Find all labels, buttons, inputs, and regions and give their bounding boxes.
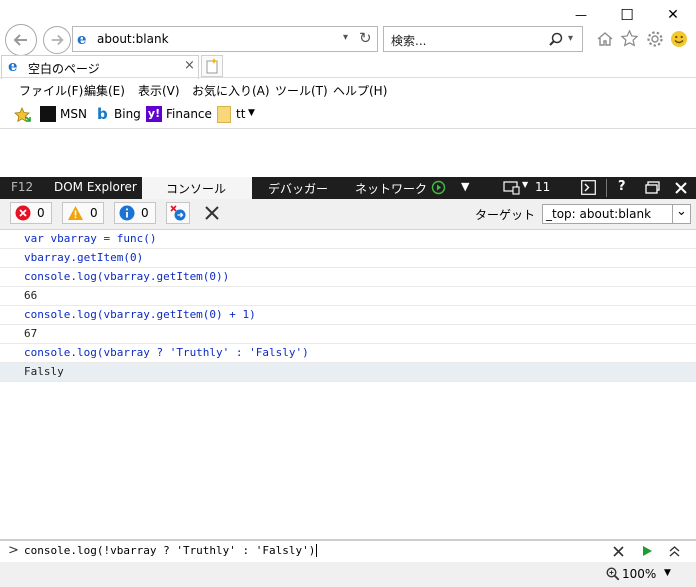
bing-icon: b	[97, 105, 108, 123]
favorite-folder-tt[interactable]: tt	[236, 107, 245, 121]
errors-filter-button[interactable]: 0	[10, 202, 52, 224]
network-record-icon[interactable]	[431, 180, 446, 195]
yahoo-icon: y!	[146, 106, 162, 122]
ie-page-icon: e	[8, 57, 18, 75]
tab-close-icon[interactable]: ×	[184, 58, 195, 73]
prompt-chevron-icon: >	[8, 543, 19, 558]
favorite-finance[interactable]: Finance	[166, 107, 212, 121]
folder-icon	[217, 106, 231, 123]
emulation-count: 11	[535, 180, 551, 194]
address-text: about:blank	[97, 32, 169, 46]
target-label: ターゲット	[475, 208, 536, 222]
menu-favorites[interactable]: お気に入り(A)	[192, 82, 270, 99]
menu-help[interactable]: ヘルプ(H)	[333, 82, 387, 99]
maximize-button[interactable]: ☐	[604, 0, 650, 30]
console-line: vbarray.getItem(0)	[0, 249, 696, 268]
warnings-filter-button[interactable]: 0	[62, 202, 104, 224]
console-line: console.log(vbarray.getItem(0) + 1)	[0, 306, 696, 325]
zoom-icon[interactable]	[606, 567, 620, 581]
menu-file[interactable]: ファイル(F)	[19, 82, 83, 99]
tab-f12: F12	[11, 180, 34, 194]
refresh-icon[interactable]: ↻	[359, 29, 372, 47]
tab-debugger[interactable]: デバッガー	[268, 180, 328, 197]
warning-icon	[68, 206, 83, 220]
warnings-count: 0	[90, 206, 98, 220]
close-window-button[interactable]: ✕	[650, 0, 696, 30]
msn-icon	[40, 106, 56, 122]
console-line: console.log(vbarray.getItem(0))	[0, 268, 696, 287]
help-icon[interactable]: ?	[618, 179, 626, 194]
forward-arrow-icon	[51, 34, 64, 46]
target-select-chevron-icon: ⌄	[672, 204, 690, 224]
tab-title: 空白のページ	[28, 62, 100, 76]
emulation-dropdown-icon[interactable]: ▼	[522, 180, 528, 189]
clear-on-navigate-icon	[170, 205, 186, 221]
close-devtools-icon[interactable]	[675, 182, 687, 194]
close-icon: ✕	[667, 7, 679, 23]
ie-page-icon: e	[77, 30, 87, 48]
separator	[606, 179, 607, 197]
new-tab-icon	[206, 58, 218, 74]
run-icon[interactable]	[642, 545, 653, 557]
favorites-star-icon[interactable]	[14, 106, 32, 124]
clear-input-icon[interactable]	[613, 546, 624, 557]
console-toolbar: 0 0 0 ターゲット _top: about:blank ⌄	[0, 199, 696, 230]
errors-count: 0	[37, 206, 45, 220]
smiley-icon[interactable]	[670, 30, 688, 48]
info-count: 0	[141, 206, 149, 220]
menu-view[interactable]: 表示(V)	[138, 82, 180, 99]
console-toggle-icon[interactable]	[581, 180, 596, 195]
back-button[interactable]	[5, 24, 37, 56]
back-arrow-icon	[13, 34, 27, 46]
browser-tab[interactable]: e 空白のページ ×	[1, 55, 199, 79]
address-dropdown-icon[interactable]: ▾	[343, 32, 348, 43]
console-output: var vbarray = func() vbarray.getItem(0) …	[0, 230, 696, 382]
address-bar[interactable]: e about:blank ▾ ↻	[72, 26, 378, 52]
console-line: var vbarray = func()	[0, 230, 696, 249]
chevron-down-icon[interactable]: ▼	[248, 108, 255, 118]
clear-console-icon[interactable]	[204, 205, 220, 221]
search-box[interactable]: 検索... ▾	[383, 26, 583, 52]
emulation-icon[interactable]	[503, 181, 521, 195]
error-icon	[15, 205, 31, 221]
tab-network[interactable]: ネットワーク	[355, 180, 427, 197]
maximize-icon: ☐	[620, 6, 634, 24]
clear-on-navigate-button[interactable]	[166, 202, 190, 224]
gear-icon[interactable]	[646, 30, 664, 48]
forward-button[interactable]	[43, 26, 71, 54]
info-filter-button[interactable]: 0	[114, 202, 156, 224]
undock-icon[interactable]	[645, 181, 660, 194]
console-input[interactable]: console.log(!vbarray ? 'Truthly' : 'Fals…	[24, 544, 318, 557]
minimize-icon: —	[575, 8, 587, 22]
search-dropdown-icon[interactable]: ▾	[568, 33, 573, 44]
console-line: Falsly	[0, 363, 696, 382]
search-icon[interactable]	[548, 32, 563, 47]
star-icon[interactable]	[620, 29, 639, 48]
favorite-msn[interactable]: MSN	[60, 107, 87, 121]
target-select[interactable]: _top: about:blank ⌄	[542, 204, 691, 224]
home-icon[interactable]	[596, 30, 614, 48]
console-input-bar: > console.log(!vbarray ? 'Truthly' : 'Fa…	[0, 539, 696, 564]
expand-input-icon[interactable]	[669, 545, 680, 557]
status-bar: 100% ▼	[0, 562, 696, 587]
console-line: 66	[0, 287, 696, 306]
search-input[interactable]: 検索...	[391, 32, 426, 49]
info-icon	[119, 205, 135, 221]
more-tabs-dropdown-icon[interactable]: ▼	[461, 180, 469, 193]
menu-tools[interactable]: ツール(T)	[275, 82, 328, 99]
tab-console-label: コンソール	[166, 182, 227, 196]
favorites-bar: MSN b Bing y! Finance tt ▼	[0, 101, 696, 129]
menu-edit[interactable]: 編集(E)	[84, 82, 125, 99]
tab-console[interactable]: コンソール	[142, 177, 252, 199]
favorite-bing[interactable]: Bing	[114, 107, 141, 121]
devtools-tab-bar: F12 DOM Explorer デバッガー ネットワーク ▼ ▼ 11 ?	[0, 177, 696, 199]
zoom-dropdown-icon[interactable]: ▼	[664, 568, 671, 578]
target-select-value: _top: about:blank	[546, 207, 652, 221]
new-tab-button[interactable]	[201, 55, 223, 77]
zoom-level[interactable]: 100%	[622, 567, 656, 581]
menu-bar: ファイル(F) 編集(E) 表示(V) お気に入り(A) ツール(T) ヘルプ(…	[0, 77, 696, 101]
console-line: console.log(vbarray ? 'Truthly' : 'Falsl…	[0, 344, 696, 363]
tab-dom-explorer[interactable]: DOM Explorer	[54, 180, 137, 194]
console-line: 67	[0, 325, 696, 344]
